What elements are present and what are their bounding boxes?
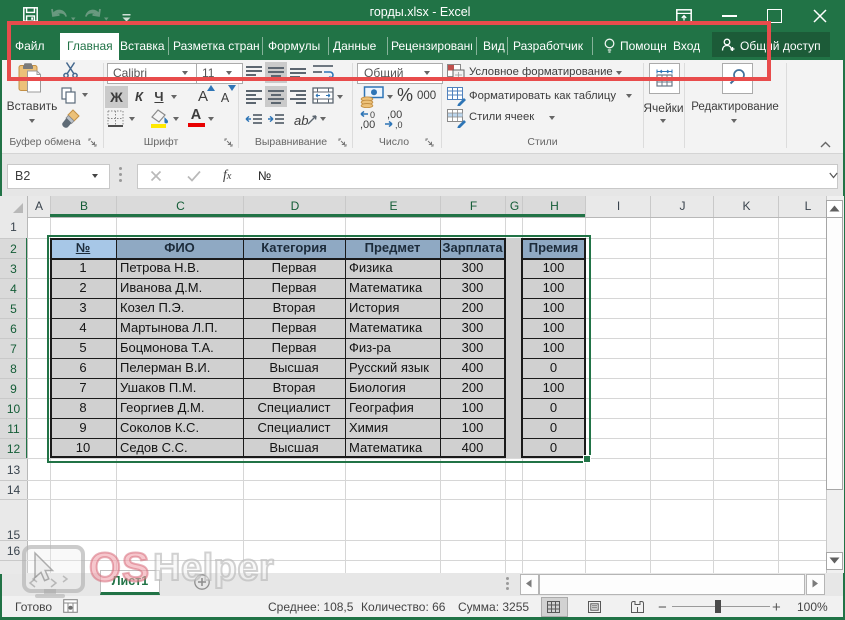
svg-text:,0: ,0 [395,120,403,130]
svg-text:,00: ,00 [360,119,375,130]
svg-text:ab: ab [294,113,308,128]
